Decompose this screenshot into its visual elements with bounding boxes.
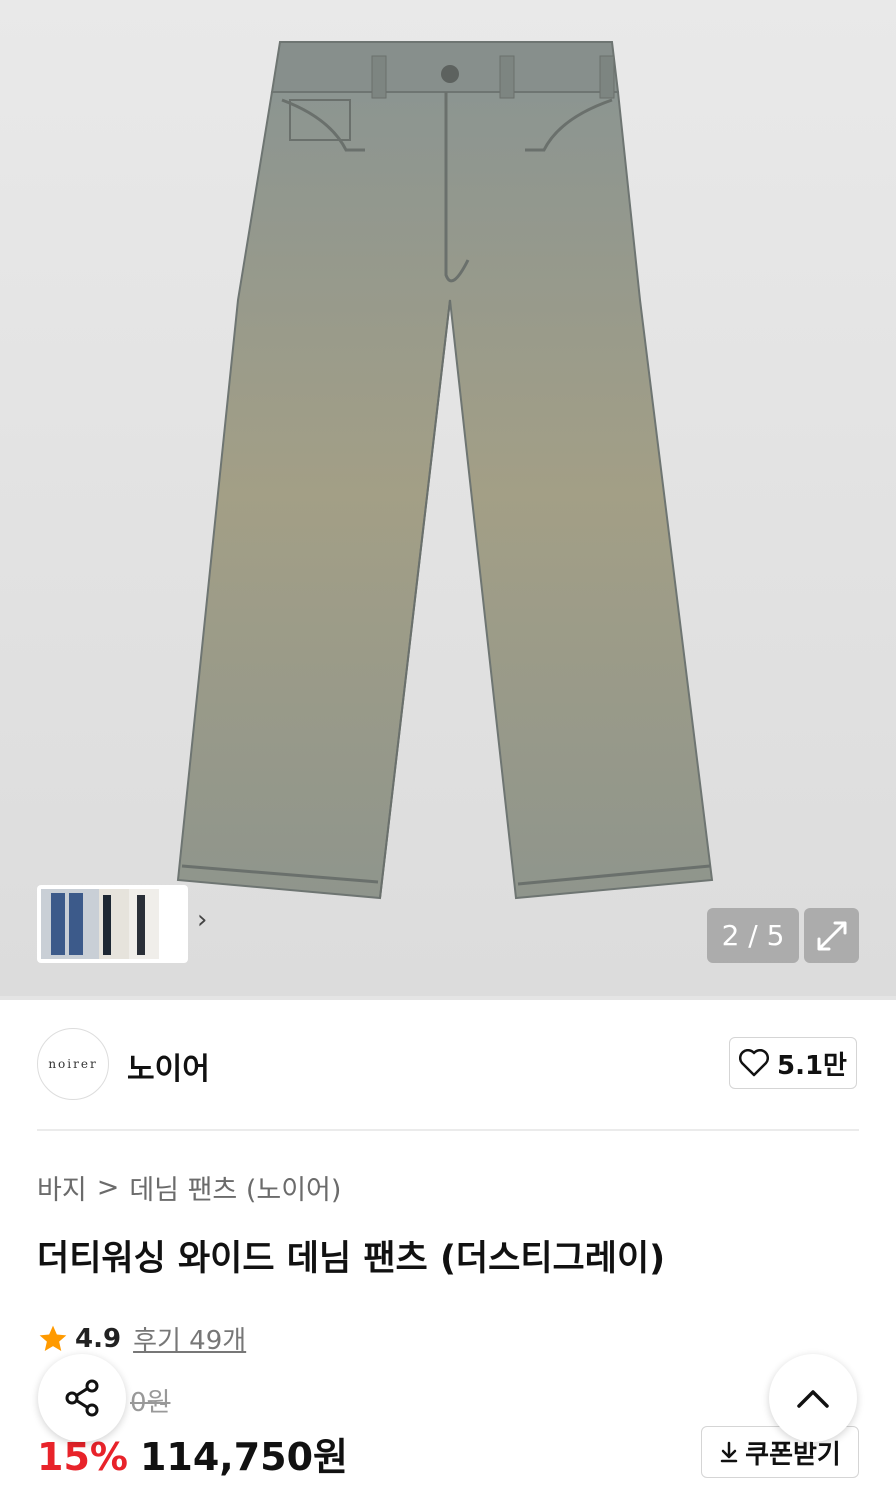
brand-row: noirer 노이어 5.1만 (37, 1028, 859, 1100)
product-title: 더티워싱 와이드 데님 팬츠 (더스티그레이) (37, 1239, 666, 1279)
thumbnail-images (41, 889, 159, 959)
heart-icon (739, 1049, 769, 1077)
thumbnail-strip[interactable]: › (37, 885, 207, 963)
breadcrumb-subcategory[interactable]: 데님 팬츠 (노이어) (129, 1168, 341, 1207)
breadcrumb: 바지 > 데님 팬츠 (노이어) (37, 1168, 341, 1207)
like-button[interactable]: 5.1만 (729, 1037, 857, 1089)
download-icon (720, 1441, 738, 1463)
sale-price: 114,750원 (139, 1435, 349, 1479)
chevron-right-icon[interactable]: › (197, 905, 207, 935)
expand-icon (817, 921, 846, 950)
divider (37, 1129, 859, 1131)
brand-name[interactable]: 노이어 (127, 1044, 210, 1088)
divider (0, 996, 896, 1000)
expand-button[interactable] (804, 908, 859, 963)
rating-score: 4.9 (75, 1323, 122, 1354)
share-icon (65, 1379, 99, 1417)
product-image-gallery[interactable]: › 2 / 5 (0, 0, 896, 998)
chevron-up-icon (797, 1390, 829, 1408)
product-photo-jeans (176, 41, 714, 900)
scroll-top-button[interactable] (769, 1354, 857, 1442)
breadcrumb-category[interactable]: 바지 (37, 1168, 87, 1207)
reviews-link[interactable]: 후기 49개 (133, 1320, 246, 1357)
like-count: 5.1만 (777, 1050, 847, 1081)
brand-logo[interactable]: noirer (37, 1028, 109, 1100)
image-counter: 2 / 5 (707, 908, 799, 963)
star-icon (39, 1325, 67, 1351)
original-price: 0원 (130, 1388, 171, 1418)
share-button[interactable] (38, 1354, 126, 1442)
rating-row: 4.9 후기 49개 (37, 1320, 246, 1357)
chevron-right-icon: > (96, 1172, 120, 1203)
